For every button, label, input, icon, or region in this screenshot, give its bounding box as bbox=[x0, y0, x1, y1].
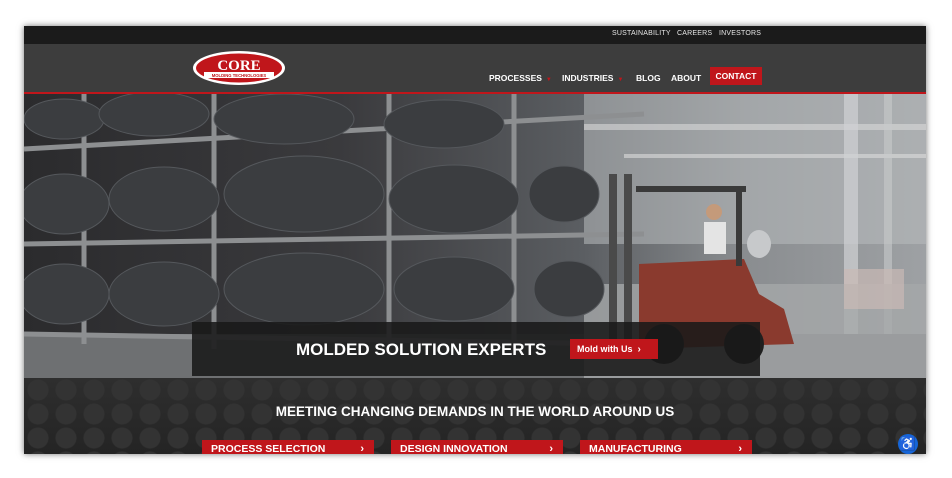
mold-with-us-label: Mold with Us bbox=[577, 344, 633, 354]
sustainability-link[interactable]: SUSTAINABILITY bbox=[612, 30, 671, 37]
utility-bar: SUSTAINABILITY CAREERS INVESTORS bbox=[24, 26, 926, 44]
contact-button[interactable]: CONTACT bbox=[710, 67, 762, 85]
logo-wordmark: CORE bbox=[217, 58, 260, 74]
manufacturing-label: MANUFACTURING bbox=[589, 443, 682, 454]
section-title: MEETING CHANGING DEMANDS IN THE WORLD AR… bbox=[275, 404, 675, 419]
hero-section: MOLDED SOLUTION EXPERTS Mold with Us › bbox=[24, 94, 926, 378]
hero-banner: MOLDED SOLUTION EXPERTS Mold with Us › bbox=[192, 322, 760, 376]
caret-down-icon: ▼ bbox=[545, 77, 552, 83]
logo-tagline: MOLDING TECHNOLOGIES bbox=[212, 73, 267, 78]
design-innovation-label: DESIGN INNOVATION bbox=[400, 443, 508, 454]
nav-industries[interactable]: INDUSTRIES ▼ bbox=[562, 73, 623, 83]
browser-viewport: SUSTAINABILITY CAREERS INVESTORS CORE MO… bbox=[24, 26, 926, 454]
nav-blog[interactable]: BLOG bbox=[636, 73, 661, 83]
capabilities-section: MEETING CHANGING DEMANDS IN THE WORLD AR… bbox=[24, 378, 926, 454]
process-selection-label: PROCESS SELECTION bbox=[211, 443, 326, 454]
site-header: CORE MOLDING TECHNOLOGIES PROCESSES ▼ IND… bbox=[24, 44, 926, 94]
nav-processes[interactable]: PROCESSES ▼ bbox=[489, 73, 552, 83]
investors-link[interactable]: INVESTORS bbox=[719, 30, 761, 37]
manufacturing-button[interactable]: MANUFACTURING › bbox=[580, 440, 752, 454]
process-selection-button[interactable]: PROCESS SELECTION › bbox=[202, 440, 374, 454]
caret-down-icon: ▼ bbox=[617, 77, 624, 83]
chevron-right-icon: › bbox=[738, 443, 742, 454]
nav-processes-label: PROCESSES bbox=[489, 73, 542, 83]
core-logo[interactable]: CORE MOLDING TECHNOLOGIES bbox=[192, 50, 286, 86]
accessibility-icon[interactable]: ♿ bbox=[898, 434, 918, 454]
hero-title: MOLDED SOLUTION EXPERTS bbox=[296, 340, 547, 359]
chevron-right-icon: › bbox=[637, 344, 641, 355]
nav-about[interactable]: ABOUT bbox=[671, 73, 701, 83]
nav-industries-label: INDUSTRIES bbox=[562, 73, 614, 83]
careers-link[interactable]: CAREERS bbox=[677, 30, 712, 37]
design-innovation-button[interactable]: DESIGN INNOVATION › bbox=[391, 440, 563, 454]
mold-with-us-button[interactable]: Mold with Us › bbox=[570, 339, 658, 359]
chevron-right-icon: › bbox=[549, 443, 553, 454]
chevron-right-icon: › bbox=[360, 443, 364, 454]
